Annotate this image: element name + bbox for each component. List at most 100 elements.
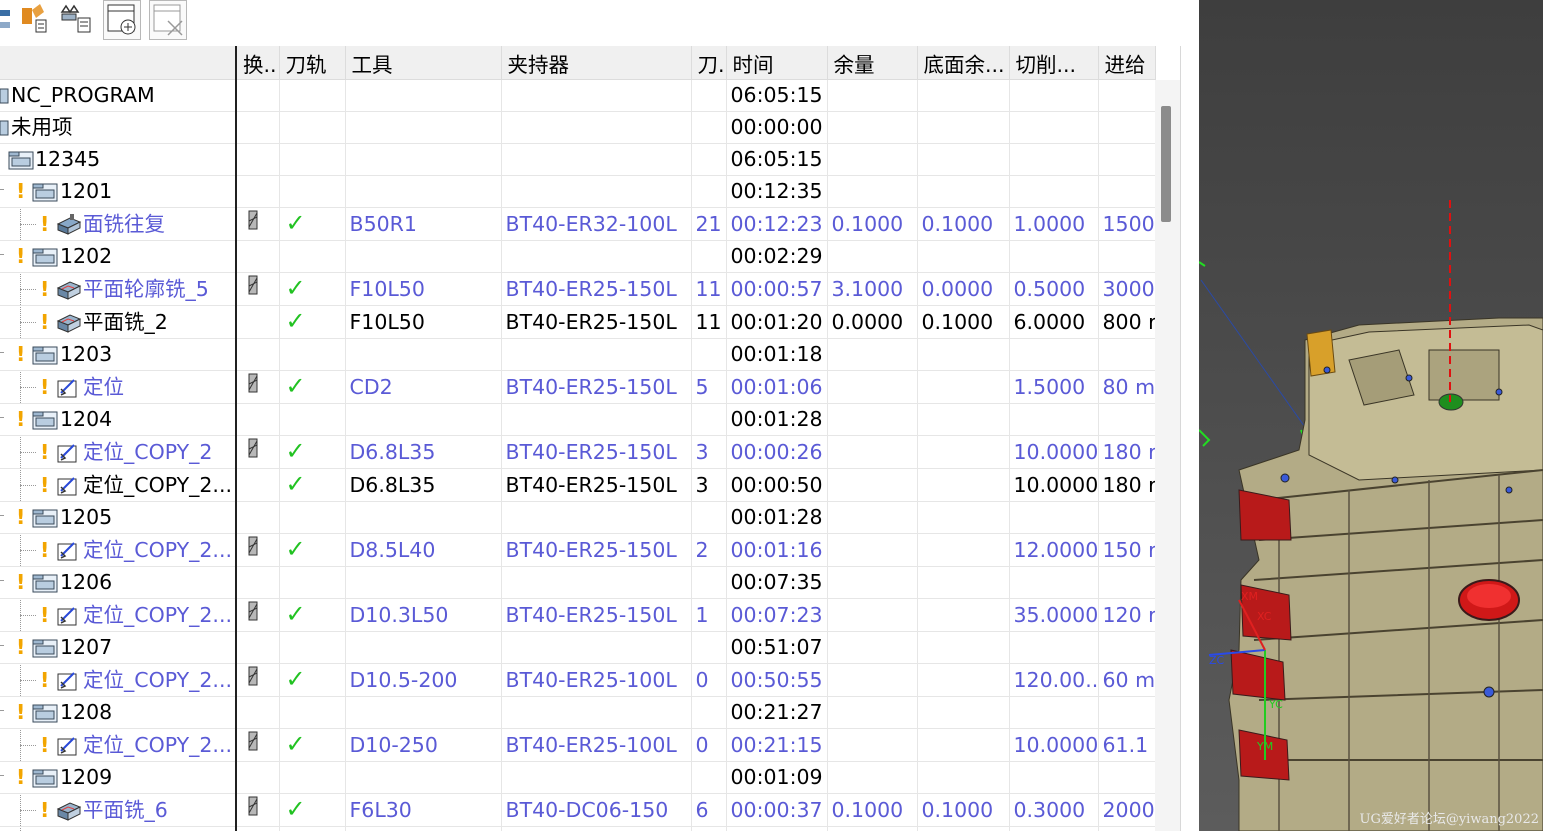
expand-toggle[interactable] — [0, 254, 4, 255]
expand-toggle[interactable] — [0, 189, 4, 190]
tree-cell[interactable]: ! 定位_COPY_2 — [0, 435, 237, 469]
expand-toggle[interactable] — [0, 645, 4, 646]
tool-change-column-header[interactable]: 换.. — [236, 46, 280, 80]
time-column-header[interactable]: 时间 — [726, 46, 828, 80]
group-name: 1208 — [60, 700, 113, 724]
holder-cell — [501, 338, 692, 371]
expand-toggle[interactable] — [0, 580, 4, 581]
operation-row[interactable]: ! 定位_COPY_2... ✓ D10.5-200 BT40-ER25-100L 0 00… — [0, 663, 1156, 697]
tree-cell[interactable]: ! 定位_COPY_2... — [0, 468, 237, 502]
toolpath-column-header[interactable]: 刀轨 — [279, 46, 346, 80]
feed-column-header[interactable]: 进给 — [1098, 46, 1156, 80]
group-row[interactable]: ! 1203 00:01:18 — [0, 338, 1156, 371]
toolpath-cell: ✓ — [279, 305, 346, 339]
expand-toggle[interactable] — [0, 710, 4, 711]
cut-depth-column-header[interactable]: 切削... — [1009, 46, 1099, 80]
delete-program-button[interactable] — [149, 0, 187, 40]
group-row[interactable]: ! 1207 00:51:07 — [0, 631, 1156, 664]
tree-cell[interactable]: NC_PROGRAM — [0, 79, 237, 112]
program-order-view-button[interactable] — [0, 0, 18, 40]
operation-name: 平面轮廓铣_5 — [83, 276, 209, 301]
group-row[interactable]: 未用项 00:00:00 — [0, 111, 1156, 144]
group-row[interactable]: ! 1208 00:21:27 — [0, 696, 1156, 729]
operation-row[interactable]: ! 面铣往复 ✓ B50R1 BT40-ER32-100L 21 00:12:23 0.100… — [0, 207, 1156, 241]
operation-row[interactable]: ! 平面铣_6_CO... ✓F6L30BT40-DC06-150600:00:20… — [0, 826, 1156, 831]
operation-row[interactable]: ! 定位_COPY_2... ✓ D8.5L40 BT40-ER25-150L 2 00:0… — [0, 533, 1156, 567]
time-cell: 00:00:00 — [726, 111, 828, 144]
floor-stock-cell: 0.1000 — [917, 793, 1010, 827]
warning-icon: ! — [40, 732, 50, 757]
tool-change-icon — [241, 730, 261, 761]
tool-column-header[interactable]: 工具 — [345, 46, 502, 80]
tree-cell[interactable]: ! 平面铣_6 — [0, 793, 237, 827]
operation-row[interactable]: ! 平面铣_2 ✓ F10L50 BT40-ER25-150L 11 00:01:20 0.0… — [0, 305, 1156, 339]
holder-column-header[interactable]: 夹持器 — [501, 46, 692, 80]
operation-row[interactable]: ! 定位_COPY_2... ✓ D10.3L50 BT40-ER25-150L 1 00:… — [0, 598, 1156, 632]
tree-column-header[interactable] — [0, 46, 237, 80]
group-row[interactable]: ! 1201 00:12:35 — [0, 175, 1156, 208]
tree-cell[interactable]: ! 平面轮廓铣_5 — [0, 272, 237, 306]
tree-cell[interactable]: ! 平面铣_6_CO... — [0, 826, 237, 831]
toolpath-cell — [279, 143, 346, 176]
scrollbar-thumb[interactable] — [1161, 106, 1171, 222]
column-header-row: 换.. 刀轨 工具 夹持器 刀. 时间 余量 底面余... 切削... 进给 — [0, 46, 1156, 80]
tree-cell[interactable]: ! 1205 — [0, 501, 237, 534]
tree-cell[interactable]: ! 定位_COPY_2... — [0, 598, 237, 632]
cut-depth-cell: 35.0000 — [1009, 598, 1099, 632]
geometry-view-button[interactable] — [58, 0, 96, 40]
group-name: 1202 — [60, 244, 113, 268]
group-row[interactable]: 12345 06:05:15 — [0, 143, 1156, 176]
machine-tool-view-button[interactable] — [18, 0, 56, 40]
tool-number-cell: 6 — [691, 793, 727, 827]
create-program-button[interactable] — [103, 0, 141, 40]
expand-toggle[interactable] — [0, 417, 4, 418]
group-row[interactable]: ! 1206 00:07:35 — [0, 566, 1156, 599]
holder-cell: BT40-ER25-150L — [501, 435, 692, 469]
holder-cell: BT40-ER25-150L — [501, 272, 692, 306]
stock-cell — [827, 761, 918, 794]
operation-row[interactable]: ! 定位_COPY_2... ✓ D6.8L35 BT40-ER25-150L 3 00:0… — [0, 468, 1156, 502]
tree-line — [20, 827, 21, 831]
tool-number-column-header[interactable]: 刀. — [691, 46, 727, 80]
tree-cell[interactable]: ! 定位 — [0, 370, 237, 404]
expand-toggle[interactable] — [0, 352, 4, 353]
tool-cell — [345, 240, 502, 273]
tree-cell[interactable]: ! 1207 — [0, 631, 237, 664]
tree-cell[interactable]: ! 1203 — [0, 338, 237, 371]
tree-cell[interactable]: 未用项 — [0, 111, 237, 144]
group-row[interactable]: NC_PROGRAM 06:05:15 — [0, 79, 1156, 112]
operation-row[interactable]: ! 定位 ✓ CD2 BT40-ER25-150L 5 00:01:06 1.5000 80 m — [0, 370, 1156, 404]
holder-cell — [501, 111, 692, 144]
tree-cell[interactable]: ! 1208 — [0, 696, 237, 729]
tree-cell[interactable]: ! 1206 — [0, 566, 237, 599]
tree-cell[interactable]: ! 平面铣_2 — [0, 305, 237, 339]
group-row[interactable]: ! 1205 00:01:28 — [0, 501, 1156, 534]
group-row[interactable]: ! 1204 00:01:28 — [0, 403, 1156, 436]
tree-cell[interactable]: ! 定位_COPY_2... — [0, 533, 237, 567]
tree-cell[interactable]: ! 1202 — [0, 240, 237, 273]
expand-toggle[interactable] — [0, 775, 4, 776]
graphics-viewport[interactable]: XM XC ZC YC YM UG爱好者论坛@yiwang2022 — [1199, 0, 1543, 831]
operation-row[interactable]: ! 平面铣_6 ✓ F6L30 BT40-DC06-150 6 00:00:37 0.1000… — [0, 793, 1156, 827]
tree-cell[interactable]: ! 面铣往复 — [0, 207, 237, 241]
tree-cell[interactable]: ! 定位_COPY_2... — [0, 663, 237, 697]
toolpath-cell — [279, 566, 346, 599]
tool-change-cell — [236, 143, 280, 176]
tree-cell[interactable]: ! 1201 — [0, 175, 237, 208]
vertical-scrollbar[interactable] — [1155, 80, 1180, 831]
expand-toggle[interactable] — [0, 515, 4, 516]
cut-depth-cell — [1009, 566, 1099, 599]
tree-cell[interactable]: ! 1209 — [0, 761, 237, 794]
group-row[interactable]: ! 1202 00:02:29 — [0, 240, 1156, 273]
tree-cell[interactable]: 12345 — [0, 143, 237, 176]
operation-row[interactable]: ! 定位_COPY_2... ✓ D10-250 BT40-ER25-100L 0 00:2… — [0, 728, 1156, 762]
operation-row[interactable]: ! 平面轮廓铣_5 ✓ F10L50 BT40-ER25-150L 11 00:00:57 3… — [0, 272, 1156, 306]
operation-name: 定位_COPY_2... — [83, 472, 232, 497]
tree-cell[interactable]: ! 1204 — [0, 403, 237, 436]
stock-column-header[interactable]: 余量 — [827, 46, 918, 80]
floor-stock-column-header[interactable]: 底面余... — [917, 46, 1010, 80]
operation-row[interactable]: ! 定位_COPY_2 ✓ D6.8L35 BT40-ER25-150L 3 00:00:2… — [0, 435, 1156, 469]
tree-cell[interactable]: ! 定位_COPY_2... — [0, 728, 237, 762]
stock-cell — [827, 631, 918, 664]
group-row[interactable]: ! 1209 00:01:09 — [0, 761, 1156, 794]
